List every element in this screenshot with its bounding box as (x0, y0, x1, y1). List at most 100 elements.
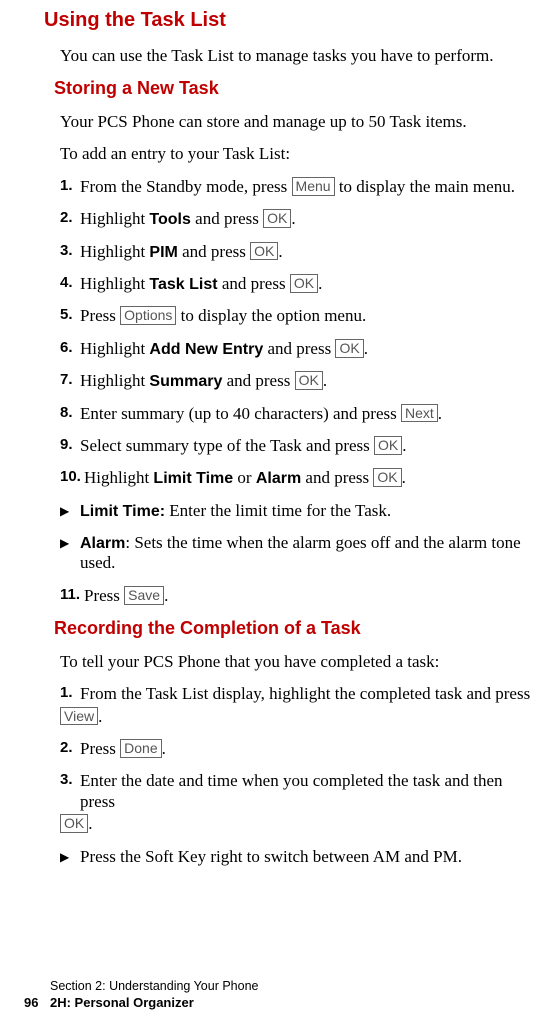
text: Highlight (80, 242, 149, 261)
heading-storing-new-task: Storing a New Task (54, 78, 539, 100)
keycap-ok: OK (373, 468, 401, 487)
step-number: 2. (60, 739, 80, 757)
keycap-ok: OK (335, 339, 363, 358)
step-number: 6. (60, 339, 80, 357)
text: or (233, 468, 256, 487)
step-number: 8. (60, 404, 80, 422)
text: . (98, 707, 102, 726)
text: and press (191, 209, 263, 228)
text: . (88, 814, 92, 833)
step-body: Highlight Add New Entry and press OK. (80, 339, 539, 359)
step-body: Highlight PIM and press OK. (80, 242, 539, 262)
keycap-ok: OK (263, 209, 291, 228)
text: Press (80, 306, 120, 325)
step-3: 3. Highlight PIM and press OK. (60, 242, 539, 262)
text: . (318, 274, 322, 293)
step-1: 1. From the Standby mode, press Menu to … (60, 177, 539, 197)
bullet-alarm: ▶ Alarm: Sets the time when the alarm go… (60, 533, 539, 574)
step-number: 11. (60, 586, 84, 604)
step-body: Highlight Summary and press OK. (80, 371, 539, 391)
step-continuation: View. (60, 707, 539, 727)
text: . (402, 436, 406, 455)
step-number: 10. (60, 468, 84, 486)
text: . (402, 468, 406, 487)
keycap-view: View (60, 707, 98, 726)
step-number: 4. (60, 274, 80, 292)
text: Highlight (80, 274, 149, 293)
keycap-next: Next (401, 404, 438, 423)
text: and press (301, 468, 373, 487)
text: Highlight (84, 468, 153, 487)
bullet-softkey: ▶ Press the Soft Key right to switch bet… (60, 847, 539, 867)
bold-text: PIM (149, 244, 177, 261)
text: Highlight (80, 339, 149, 358)
keycap-ok: OK (290, 274, 318, 293)
bold-text: Task List (149, 276, 217, 293)
rstep-1: 1. From the Task List display, highlight… (60, 684, 539, 727)
text: Highlight (80, 209, 149, 228)
step-body: Press Save. (84, 586, 539, 606)
bold-text: Limit Time: (80, 503, 165, 520)
text: . (278, 242, 282, 261)
intro-text: You can use the Task List to manage task… (60, 46, 539, 66)
step-number: 5. (60, 306, 80, 324)
keycap-ok: OK (295, 371, 323, 390)
text: . (291, 209, 295, 228)
step-7: 7. Highlight Summary and press OK. (60, 371, 539, 391)
step-body: Select summary type of the Task and pres… (80, 436, 539, 456)
text: Highlight (80, 371, 149, 390)
step-number: 9. (60, 436, 80, 454)
step-body: Press Done. (80, 739, 539, 759)
step-number: 3. (60, 771, 80, 789)
intro-text: To tell your PCS Phone that you have com… (60, 652, 539, 672)
rstep-2: 2. Press Done. (60, 739, 539, 759)
step-body: Highlight Task List and press OK. (80, 274, 539, 294)
text: From the Task List display, highlight th… (80, 684, 530, 703)
text: Enter the date and time when you complet… (80, 771, 503, 810)
text: . (162, 739, 166, 758)
text: . (438, 404, 442, 423)
heading-recording-completion: Recording the Completion of a Task (54, 618, 539, 640)
intro-text: To add an entry to your Task List: (60, 144, 539, 164)
bold-text: Limit Time (153, 470, 233, 487)
page-number: 96 (24, 995, 50, 1011)
step-body: Press Options to display the option menu… (80, 306, 539, 326)
text: . (164, 586, 168, 605)
text: Enter summary (up to 40 characters) and … (80, 404, 401, 423)
bullet-body: Alarm: Sets the time when the alarm goes… (80, 533, 539, 574)
triangle-icon: ▶ (60, 847, 80, 867)
keycap-menu: Menu (292, 177, 335, 196)
bullet-body: Limit Time: Enter the limit time for the… (80, 501, 539, 521)
text: Press (80, 739, 120, 758)
text: Enter the limit time for the Task. (165, 501, 391, 520)
step-number: 3. (60, 242, 80, 260)
step-body: From the Task List display, highlight th… (80, 684, 539, 704)
step-11: 11. Press Save. (60, 586, 539, 606)
text: and press (178, 242, 250, 261)
bold-text: Summary (149, 373, 222, 390)
text: Select summary type of the Task and pres… (80, 436, 374, 455)
bold-text: Tools (149, 211, 190, 228)
step-body: Highlight Limit Time or Alarm and press … (84, 468, 539, 488)
triangle-icon: ▶ (60, 533, 80, 574)
keycap-options: Options (120, 306, 176, 325)
step-9: 9. Select summary type of the Task and p… (60, 436, 539, 456)
footer-page: 962H: Personal Organizer (24, 995, 259, 1011)
footer-chapter: 2H: Personal Organizer (50, 995, 194, 1010)
text: . (323, 371, 327, 390)
bullet-limit-time: ▶ Limit Time: Enter the limit time for t… (60, 501, 539, 521)
text: : Sets the time when the alarm goes off … (80, 533, 521, 572)
bullet-body: Press the Soft Key right to switch betwe… (80, 847, 539, 867)
keycap-done: Done (120, 739, 161, 758)
rstep-3: 3. Enter the date and time when you comp… (60, 771, 539, 834)
text: to display the option menu. (176, 306, 366, 325)
step-body: Highlight Tools and press OK. (80, 209, 539, 229)
step-body: Enter summary (up to 40 characters) and … (80, 404, 539, 424)
keycap-ok: OK (60, 814, 88, 833)
step-body: Enter the date and time when you complet… (80, 771, 539, 812)
heading-using-task-list: Using the Task List (44, 8, 539, 32)
keycap-ok: OK (374, 436, 402, 455)
text: Press (84, 586, 124, 605)
step-8: 8. Enter summary (up to 40 characters) a… (60, 404, 539, 424)
bold-text: Add New Entry (149, 341, 263, 358)
